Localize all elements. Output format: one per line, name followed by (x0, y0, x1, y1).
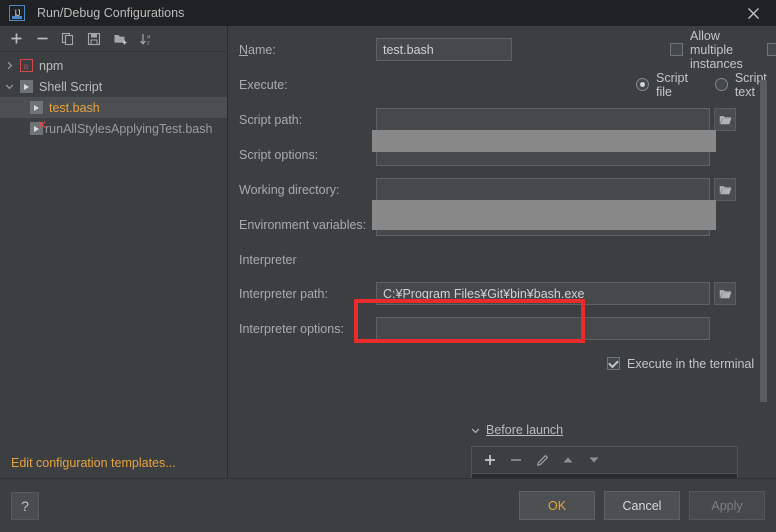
configurations-panel: a z n npm Shell Script test.bash ✕ runAl… (0, 26, 228, 478)
save-configuration-button[interactable] (82, 28, 106, 50)
error-x-icon: ✕ (36, 117, 47, 132)
copy-configuration-button[interactable] (56, 28, 80, 50)
folder-open-icon[interactable] (714, 108, 736, 131)
vertical-scrollbar[interactable] (760, 80, 767, 402)
execute-in-terminal-label: Execute in the terminal (627, 356, 755, 371)
name-input[interactable]: test.bash (376, 38, 512, 61)
interpreter-path-input[interactable]: C:¥Program Files¥Git¥bin¥bash.exe (376, 282, 710, 305)
interpreter-options-label: Interpreter options: (239, 321, 344, 336)
interpreter-options-input[interactable] (376, 317, 710, 340)
close-icon[interactable] (730, 0, 776, 26)
edit-configuration-templates-link[interactable]: Edit configuration templates... (0, 448, 227, 478)
before-launch-task-list: There are no tasks to run before launch (471, 446, 738, 478)
script-path-input[interactable] (376, 108, 710, 131)
npm-icon: n (18, 58, 34, 74)
script-path-field-wrap (376, 108, 776, 131)
tree-item-label: runAllStylesApplyingTest.bash (45, 121, 213, 136)
folder-open-icon[interactable] (714, 282, 736, 305)
dialog-body: a z n npm Shell Script test.bash ✕ runAl… (0, 26, 776, 478)
configurations-tree: n npm Shell Script test.bash ✕ runAllSty… (0, 52, 227, 448)
checkbox-box (766, 43, 776, 56)
chevron-down-icon[interactable] (0, 82, 18, 91)
interpreter-section-row: Interpreter (228, 248, 776, 271)
radio-script-file-label: Script file (656, 70, 688, 99)
execute-in-terminal-checkbox[interactable]: Execute in the terminal (607, 357, 754, 371)
run-debug-configurations-dialog: IJ Run/Debug Configurations a z n npm Sh… (0, 0, 776, 532)
checkbox-box (670, 43, 683, 56)
tree-item-shell-script[interactable]: Shell Script (0, 76, 227, 97)
triangle-down-icon[interactable] (586, 452, 602, 468)
sort-configurations-button[interactable]: a z (134, 28, 158, 50)
allow-multiple-instances-checkbox[interactable]: Allow multiple instances (670, 29, 743, 71)
radio-script-text-label: Script text (734, 70, 767, 99)
folder-open-icon[interactable] (714, 178, 736, 201)
pencil-icon[interactable] (534, 452, 550, 468)
tree-item-test-bash[interactable]: test.bash (0, 97, 227, 118)
radio-button (714, 78, 728, 91)
configurations-toolbar: a z (0, 26, 227, 52)
add-task-button[interactable] (482, 452, 498, 468)
interpreter-path-row: Interpreter path: C:¥Program Files¥Git¥b… (228, 282, 776, 305)
script-icon: ✕ (28, 117, 47, 137)
triangle-up-icon[interactable] (560, 452, 576, 468)
before-launch-section: Before launch (471, 422, 776, 478)
move-into-folder-button[interactable] (108, 28, 132, 50)
execute-label: Execute: (239, 77, 288, 92)
shell-script-form: Name: test.bash Allow multiple instances… (228, 26, 776, 478)
execute-radio-group: Script file Script text (636, 70, 776, 99)
remove-configuration-button[interactable] (30, 28, 54, 50)
tree-item-runallstylesapplyingtest-bash[interactable]: ✕ runAllStylesApplyingTest.bash (0, 118, 227, 139)
name-label: Name: (239, 42, 276, 57)
interpreter-options-field-wrap (376, 317, 776, 340)
tree-item-label: Shell Script (39, 79, 103, 94)
working-directory-input[interactable] (376, 178, 710, 201)
allow-multiple-instances-label: Allow multiple instances (690, 28, 743, 71)
radio-script-file[interactable]: Script file (636, 71, 694, 99)
script-path-row: Script path: (228, 108, 776, 131)
execute-in-terminal-row: Execute in the terminal (228, 352, 776, 375)
add-configuration-button[interactable] (4, 28, 28, 50)
checkbox-box (607, 357, 620, 370)
intellij-idea-icon: IJ (9, 5, 25, 21)
script-path-redaction (372, 130, 716, 152)
interpreter-options-row: Interpreter options: (228, 317, 776, 340)
configuration-editor-panel: Name: test.bash Allow multiple instances… (228, 26, 776, 478)
tree-item-label: npm (39, 58, 64, 73)
configuration-options: Allow multiple instances Store as projec… (670, 29, 776, 71)
script-icon (18, 79, 34, 95)
remove-task-button[interactable] (508, 452, 524, 468)
apply-button: Apply (689, 491, 765, 520)
tree-item-npm[interactable]: n npm (0, 55, 227, 76)
help-button[interactable]: ? (11, 491, 39, 520)
chevron-right-icon[interactable] (0, 61, 18, 70)
script-options-label: Script options: (239, 147, 319, 162)
before-launch-toolbar (472, 447, 737, 474)
before-launch-header[interactable]: Before launch (471, 422, 776, 438)
dialog-button-bar: ? OK Cancel Apply (0, 478, 776, 532)
before-launch-title: Before launch (486, 423, 564, 437)
svg-text:a: a (147, 34, 151, 40)
cancel-button[interactable]: Cancel (604, 491, 680, 520)
environment-variables-label: Environment variables: (239, 217, 367, 232)
interpreter-path-label: Interpreter path: (239, 286, 328, 301)
chevron-down-icon[interactable] (471, 426, 480, 435)
dialog-title: Run/Debug Configurations (37, 6, 185, 20)
working-directory-label: Working directory: (239, 182, 340, 197)
working-directory-row: Working directory: (228, 178, 776, 201)
svg-text:z: z (147, 40, 150, 46)
ok-button[interactable]: OK (519, 491, 595, 520)
interpreter-section-label: Interpreter (239, 252, 297, 267)
interpreter-path-field-wrap: C:¥Program Files¥Git¥bin¥bash.exe (376, 282, 776, 305)
tree-item-label: test.bash (49, 100, 100, 115)
script-path-label: Script path: (239, 112, 303, 127)
script-icon (28, 100, 44, 116)
radio-button (636, 78, 649, 91)
working-directory-redaction (372, 200, 716, 230)
title-bar: IJ Run/Debug Configurations (0, 0, 776, 26)
working-directory-field-wrap (376, 178, 776, 201)
